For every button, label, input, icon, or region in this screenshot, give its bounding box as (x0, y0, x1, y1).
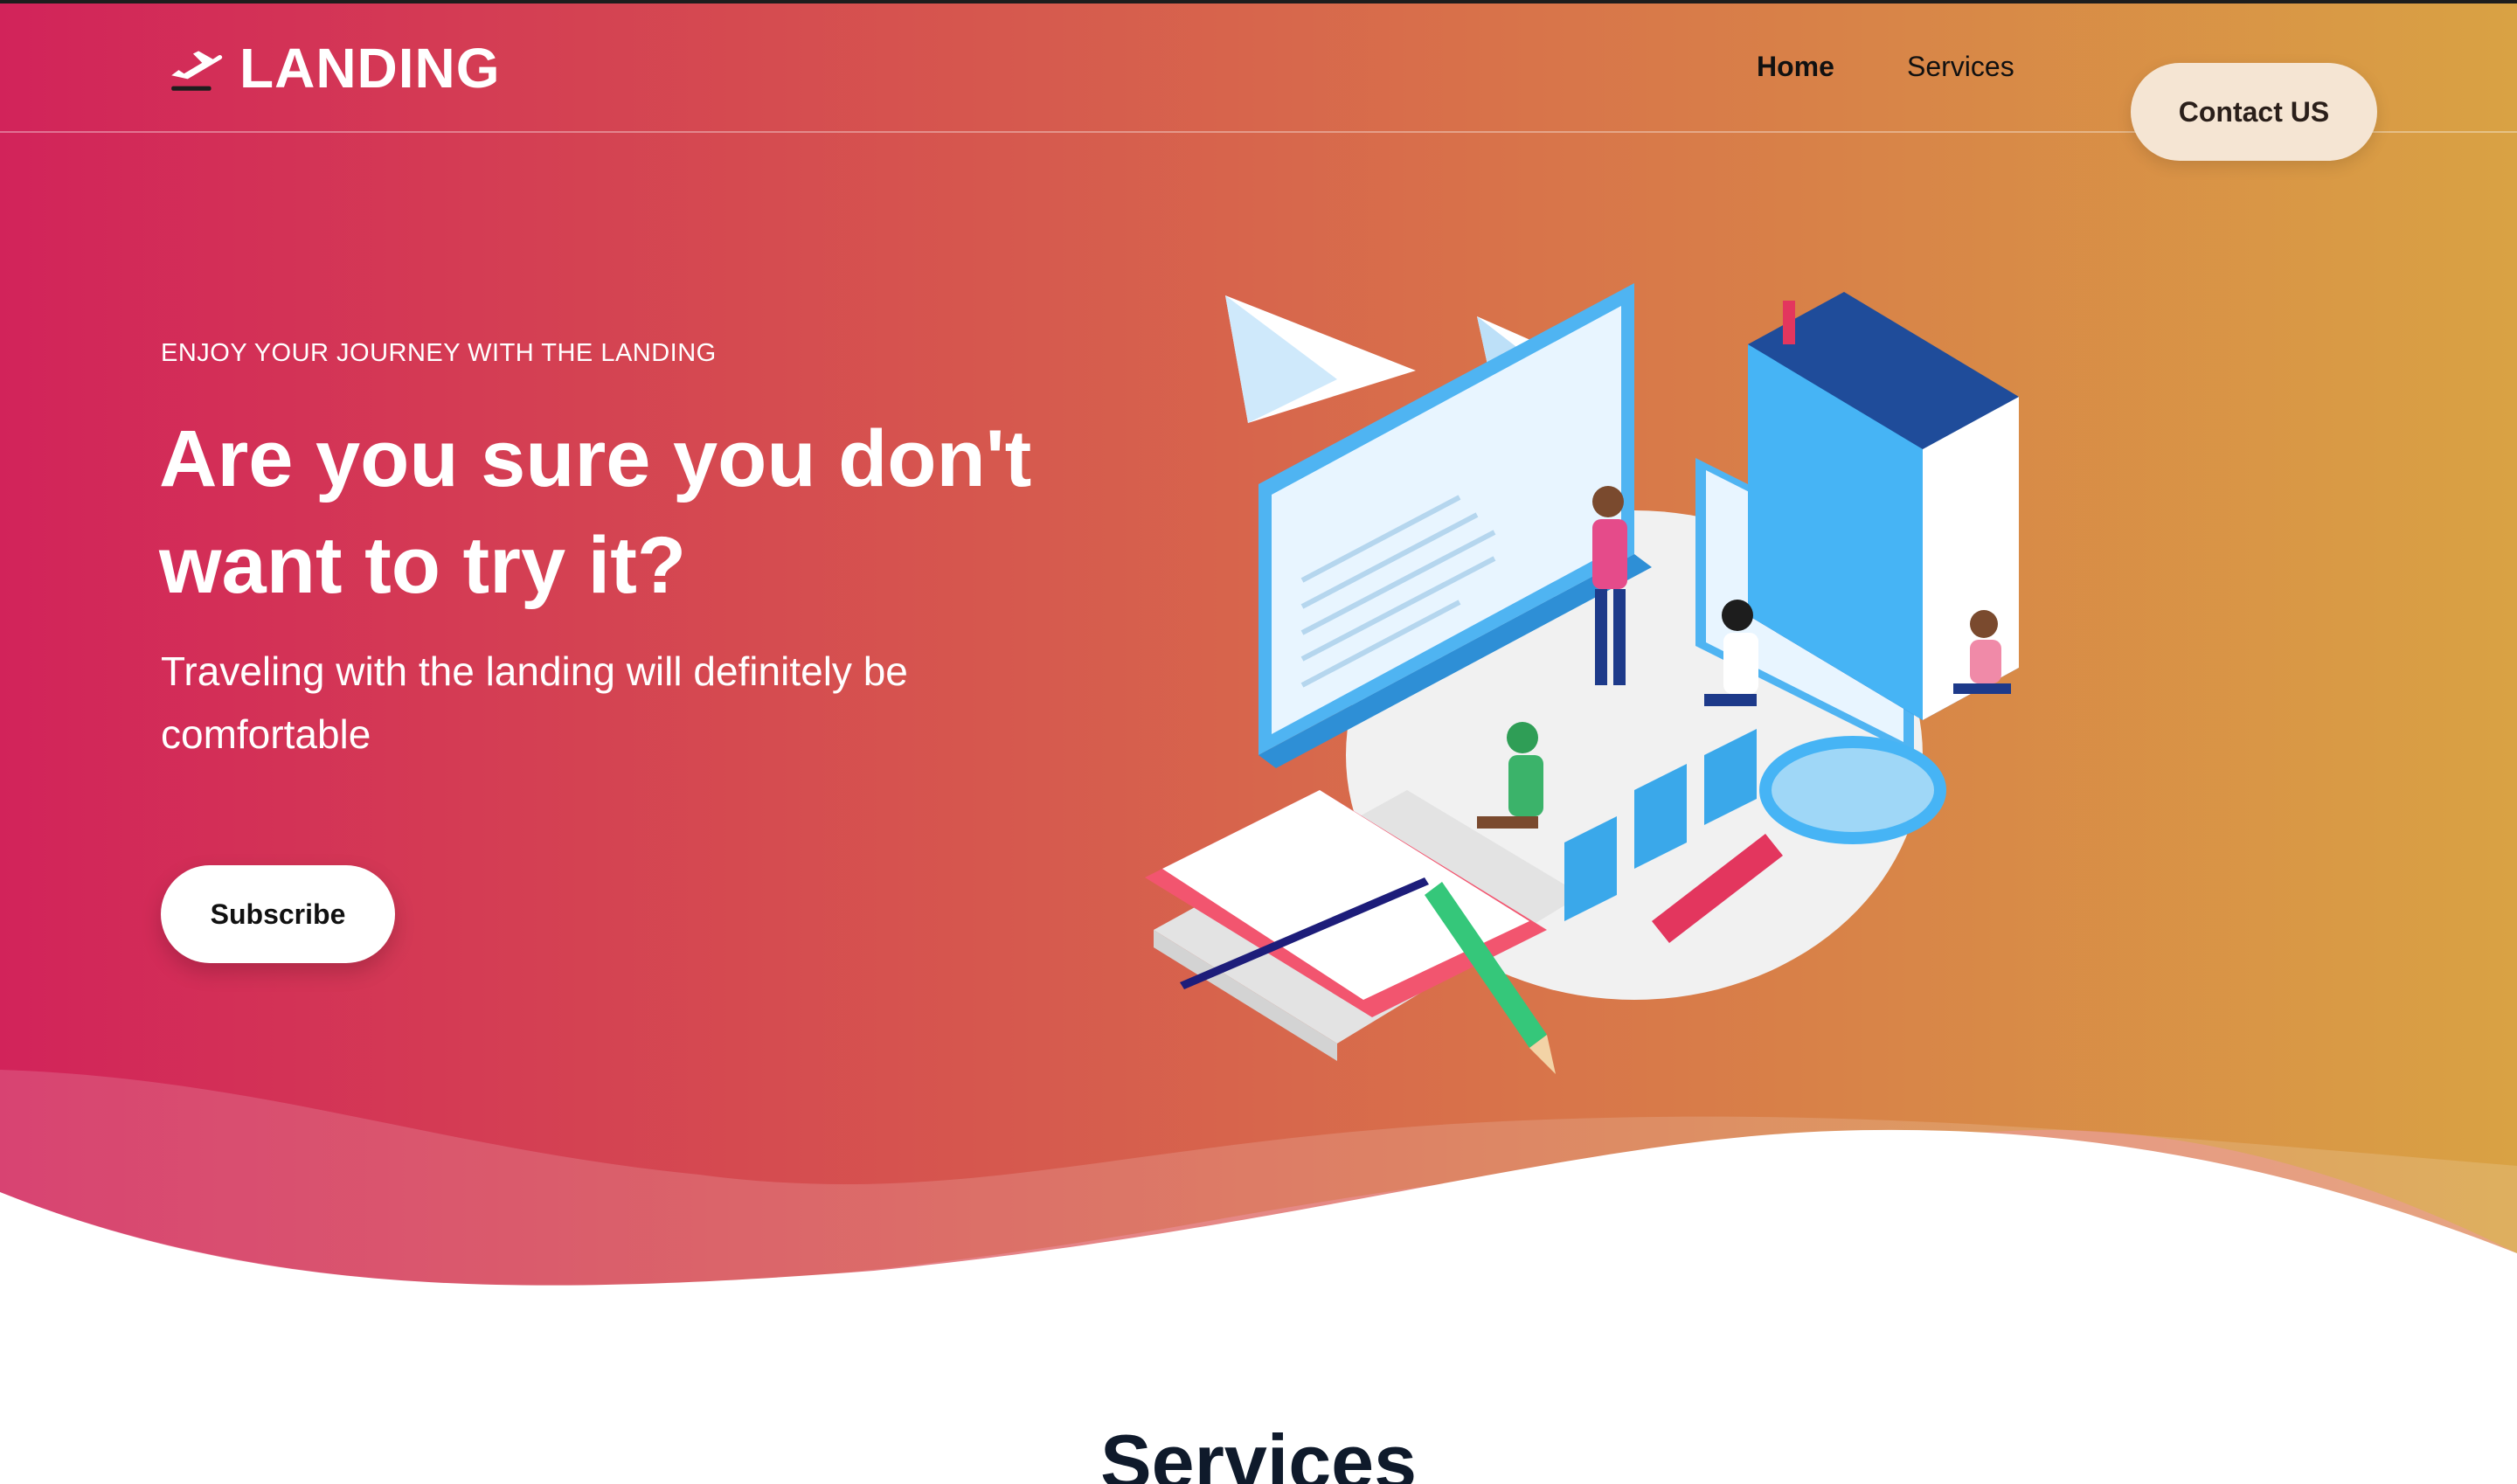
top-navbar: LANDING Home Services Contact US (0, 3, 2517, 161)
contact-us-button[interactable]: Contact US (2131, 63, 2377, 161)
hero-eyebrow: ENJOY YOUR JOURNEY WITH THE LANDING (161, 339, 717, 367)
nav-item-services[interactable]: Services (1907, 51, 2014, 83)
hero-illustration (1145, 283, 2019, 1074)
hero-section: LANDING Home Services Contact US ENJOY Y… (0, 0, 2517, 1349)
services-section-title: Services (1099, 1418, 1418, 1484)
main-nav: Home Services Contact US (0, 47, 2517, 161)
landing-page: LANDING Home Services Contact US ENJOY Y… (0, 0, 2517, 1484)
hero-subtext: Traveling with the landing will definite… (161, 648, 908, 757)
subscribe-button[interactable]: Subscribe (161, 865, 395, 963)
hero-wave-divider (0, 1070, 2517, 1349)
nav-item-home[interactable]: Home (1757, 51, 1834, 83)
hero-headline: Are you sure you don't want to try it? (159, 414, 1032, 610)
